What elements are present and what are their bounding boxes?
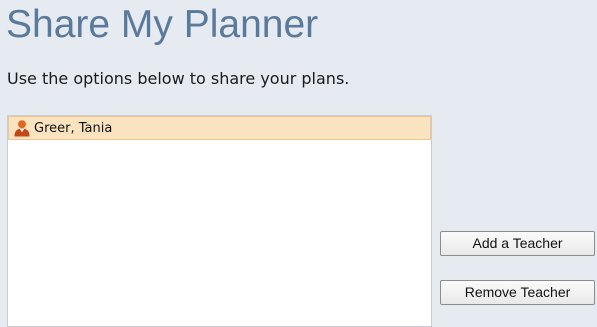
remove-teacher-button[interactable]: Remove Teacher [440, 280, 595, 305]
user-icon [14, 120, 30, 137]
add-teacher-button[interactable]: Add a Teacher [440, 231, 595, 256]
list-item[interactable]: Greer, Tania [8, 116, 431, 140]
list-item-label: Greer, Tania [34, 120, 113, 136]
shared-teacher-list[interactable]: Greer, Tania [7, 115, 432, 327]
page-title: Share My Planner [6, 3, 319, 46]
instructions-text: Use the options below to share your plan… [7, 69, 350, 88]
